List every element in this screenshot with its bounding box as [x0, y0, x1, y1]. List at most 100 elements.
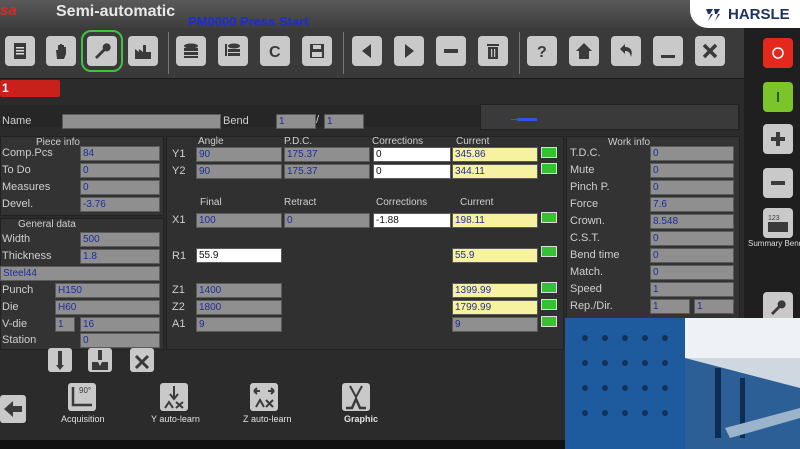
station-label: Station — [2, 334, 37, 346]
plus-icon — [771, 132, 785, 146]
rep-value[interactable]: 1 — [650, 299, 690, 314]
database-list-icon[interactable] — [176, 36, 206, 66]
y1-angle-value[interactable]: 90 — [196, 147, 282, 162]
thickness-value[interactable]: 1.8 — [80, 249, 160, 264]
name-field[interactable] — [62, 114, 221, 129]
x1-retract-value[interactable]: 0 — [284, 213, 370, 228]
graphic-bend-icon — [346, 385, 366, 410]
start-button[interactable] — [763, 82, 793, 112]
x1-corrections-input[interactable]: -1.88 — [373, 213, 451, 228]
document-icon[interactable] — [5, 36, 35, 66]
start-icon — [777, 92, 779, 102]
x1-final-value[interactable]: 100 — [196, 213, 282, 228]
to-do-value[interactable]: 0 — [80, 163, 160, 178]
y1-status-led — [541, 147, 557, 158]
die-icon — [92, 350, 108, 370]
minus-icon[interactable] — [436, 36, 466, 66]
y2-pdc-value[interactable]: 175.37 — [284, 164, 370, 179]
bend-total-field[interactable]: 1 — [324, 114, 364, 129]
station-value[interactable]: 0 — [80, 333, 160, 348]
hand-icon[interactable] — [46, 36, 76, 66]
rep-dir-label: Rep./Dir. — [570, 300, 613, 312]
close-icon[interactable] — [695, 36, 725, 66]
acquisition-button[interactable]: 90° — [68, 383, 96, 411]
r1-final-input[interactable]: 55.9 — [196, 248, 282, 263]
devel-label: Devel. — [2, 198, 34, 210]
app-title: Semi-automatic — [56, 3, 176, 20]
angle-acquisition-icon: 90° — [71, 386, 92, 407]
punch-tool-button[interactable] — [48, 348, 72, 372]
match-label: Match. — [570, 266, 604, 278]
decrease-button[interactable] — [763, 168, 793, 198]
summary-bend-button[interactable]: 123 — [763, 208, 793, 238]
dir-value[interactable]: 1 — [694, 299, 734, 314]
y-auto-learn-button[interactable] — [160, 383, 188, 411]
punch-value[interactable]: H150 — [55, 283, 160, 298]
v-die-index-value[interactable]: 1 — [55, 317, 75, 332]
clear-icon[interactable]: C — [260, 36, 290, 66]
back-button[interactable] — [0, 395, 26, 423]
cst-value[interactable]: 0 — [650, 231, 734, 246]
y2-status-led — [541, 163, 557, 174]
arrow-left-icon[interactable] — [352, 36, 382, 66]
close-icon — [134, 354, 150, 370]
tdc-value[interactable]: 0 — [650, 146, 734, 161]
devel-value[interactable]: -3.76 — [80, 197, 160, 212]
mute-value[interactable]: 0 — [650, 163, 734, 178]
increase-button[interactable] — [763, 124, 793, 154]
minimize-icon[interactable] — [653, 36, 683, 66]
bend-current-field[interactable]: 1 — [276, 114, 316, 129]
y1-pdc-value[interactable]: 175.37 — [284, 147, 370, 162]
z-auto-learn-button[interactable] — [250, 383, 278, 411]
status-message: PM0000 Press Start — [188, 14, 309, 29]
y2-current-value: 344.11 — [452, 164, 538, 179]
comp-pcs-value[interactable]: 84 — [80, 146, 160, 161]
pinch-value[interactable]: 0 — [650, 180, 734, 195]
match-value[interactable]: 0 — [650, 265, 734, 280]
undo-icon[interactable] — [611, 36, 641, 66]
svg-text:?: ? — [537, 44, 547, 61]
material-value[interactable]: Steel44 — [0, 266, 160, 281]
y1-corrections-input[interactable]: 0 — [373, 147, 451, 162]
die-value[interactable]: H60 — [55, 300, 160, 315]
help-icon[interactable]: ? — [527, 36, 557, 66]
y2-angle-value[interactable]: 90 — [196, 164, 282, 179]
current-header: Current — [456, 136, 490, 147]
database-edit-icon[interactable] — [218, 36, 248, 66]
die-tool-button[interactable] — [88, 348, 112, 372]
wrench-icon[interactable] — [81, 30, 123, 72]
factory-icon[interactable] — [128, 36, 158, 66]
a1-final-value[interactable]: 9 — [196, 317, 282, 332]
measures-value[interactable]: 0 — [80, 180, 160, 195]
v-die-width-value[interactable]: 16 — [80, 317, 160, 332]
page-tab[interactable]: 1 — [0, 80, 60, 97]
stop-button[interactable] — [763, 38, 793, 68]
y-auto-learn-icon — [164, 386, 184, 409]
y2-corrections-input[interactable]: 0 — [373, 164, 451, 179]
bend-time-value[interactable]: 0 — [650, 248, 734, 263]
z1-final-value[interactable]: 1400 — [196, 283, 282, 298]
graphic-button[interactable] — [342, 383, 370, 411]
harsle-mark-icon — [706, 9, 720, 21]
pinch-label: Pinch P. — [570, 181, 610, 193]
pdc-header: P.D.C. — [284, 136, 313, 147]
home-icon[interactable] — [569, 36, 599, 66]
force-value[interactable]: 7.6 — [650, 197, 734, 212]
final-header: Final — [200, 197, 222, 208]
v-die-label: V-die — [2, 318, 28, 330]
bend-shape-icon — [511, 118, 537, 121]
summary-table-icon: 123 — [768, 215, 788, 232]
arrow-right-icon[interactable] — [394, 36, 424, 66]
z2-label: Z2 — [172, 301, 185, 313]
crown-value[interactable]: 8.548 — [650, 214, 734, 229]
z2-final-value[interactable]: 1800 — [196, 300, 282, 315]
minus-icon — [771, 181, 785, 185]
speed-value[interactable]: 1 — [650, 282, 734, 297]
trash-icon[interactable] — [478, 36, 508, 66]
z1-current-value: 1399.99 — [452, 283, 538, 298]
z1-label: Z1 — [172, 284, 185, 296]
remove-tool-button[interactable] — [130, 348, 154, 372]
width-value[interactable]: 500 — [80, 232, 160, 247]
save-icon[interactable] — [302, 36, 332, 66]
toolbar-separator — [168, 32, 169, 74]
